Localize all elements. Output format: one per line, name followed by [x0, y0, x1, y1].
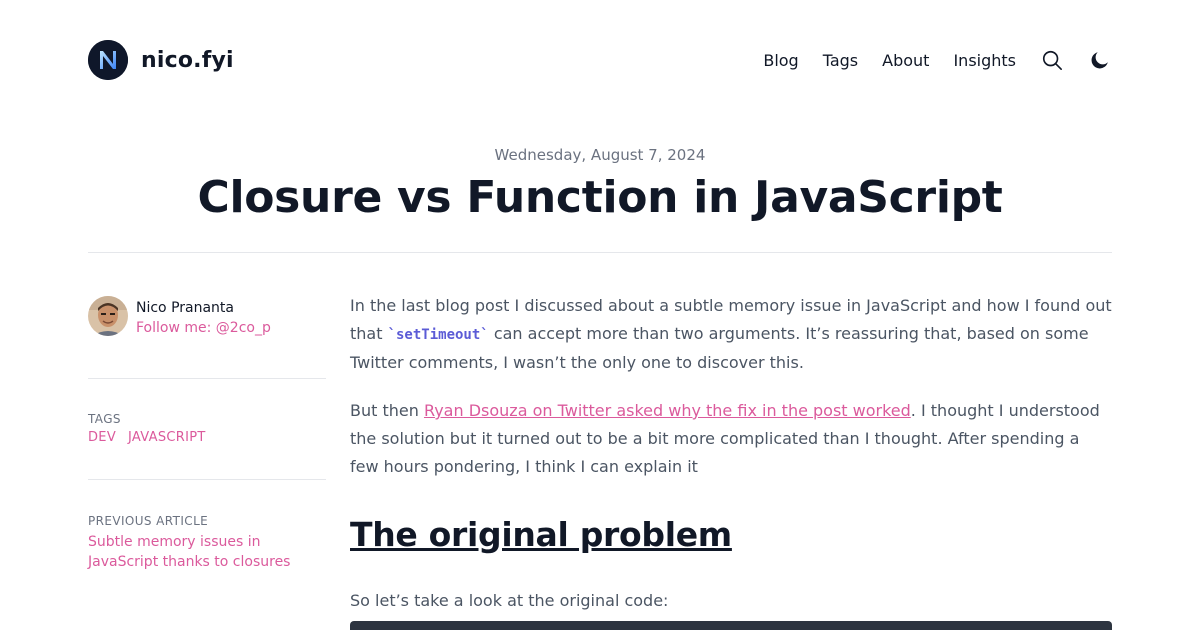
author-follow-link[interactable]: Follow me: @2co_p	[136, 318, 271, 338]
previous-article-section: PREVIOUS ARTICLE Subtle memory issues in…	[88, 480, 326, 572]
site-logo-link[interactable]: nico.fyi	[88, 40, 234, 80]
nav-link-tags[interactable]: Tags	[823, 51, 858, 70]
author-info: Nico Prananta Follow me: @2co_p	[136, 298, 271, 338]
search-icon	[1042, 50, 1062, 70]
paragraph-text: But then	[350, 401, 424, 420]
section-heading-link[interactable]: The original problem	[350, 513, 732, 557]
paragraph: In the last blog post I discussed about …	[350, 292, 1112, 377]
tag-list: DEV JAVASCRIPT	[88, 429, 326, 447]
nav-link-blog[interactable]: Blog	[763, 51, 798, 70]
paragraph: But then Ryan Dsouza on Twitter asked wh…	[350, 397, 1112, 481]
theme-toggle-button[interactable]	[1088, 48, 1112, 72]
tags-label: TAGS	[88, 412, 121, 426]
previous-article-link[interactable]: Subtle memory issues in JavaScript thank…	[88, 532, 308, 572]
previous-article-label: PREVIOUS ARTICLE	[88, 514, 209, 528]
search-button[interactable]	[1040, 48, 1064, 72]
post-date: Wednesday, August 7, 2024	[494, 146, 706, 164]
n-logo-icon	[88, 40, 128, 80]
tag-dev[interactable]: DEV	[88, 429, 116, 447]
post-title: Closure vs Function in JavaScript	[197, 172, 1003, 223]
author-block: Nico Prananta Follow me: @2co_p	[88, 296, 326, 378]
moon-icon	[1091, 52, 1108, 69]
paragraph: So let’s take a look at the original cod…	[350, 591, 669, 610]
author-name: Nico Prananta	[136, 300, 234, 316]
code-block	[350, 621, 1112, 630]
inline-code: `setTimeout`	[387, 327, 489, 343]
tag-javascript[interactable]: JAVASCRIPT	[128, 429, 206, 447]
site-name: nico.fyi	[141, 47, 234, 73]
main-nav: Blog Tags About Insights	[763, 46, 1112, 74]
post-content: In the last blog post I discussed about …	[350, 292, 1112, 630]
header-divider	[88, 252, 1112, 253]
nav-link-insights[interactable]: Insights	[953, 51, 1016, 70]
avatar	[88, 296, 128, 336]
tags-section: TAGS DEV JAVASCRIPT	[88, 379, 326, 479]
post-sidebar: Nico Prananta Follow me: @2co_p TAGS DEV…	[88, 296, 326, 572]
site-header: nico.fyi Blog Tags About Insights	[88, 40, 1112, 80]
nav-link-about[interactable]: About	[882, 51, 929, 70]
twitter-link[interactable]: Ryan Dsouza on Twitter asked why the fix…	[424, 401, 911, 420]
